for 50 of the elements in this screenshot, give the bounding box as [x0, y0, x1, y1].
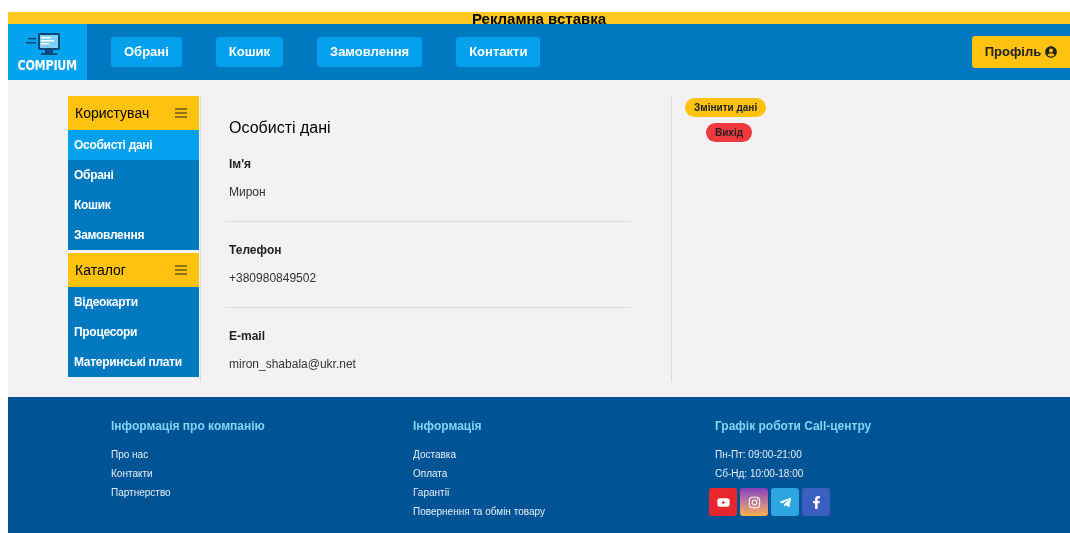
working-hours: Пн-Пт: 09:00-21:00: [715, 448, 802, 462]
nav-button[interactable]: Кошик: [215, 37, 283, 67]
field-label: E-mail: [229, 328, 266, 345]
field-label: Ім'я: [229, 156, 253, 173]
social-button[interactable]: [802, 488, 830, 516]
sidebar-item[interactable]: Процесори: [68, 317, 199, 347]
footer-link[interactable]: Про нас: [111, 447, 149, 466]
paper-plane-icon: [778, 495, 792, 509]
working-hours: Сб-Нд: 10:00-18:00: [715, 467, 804, 481]
edit-button[interactable]: Змінити дані: [685, 98, 767, 117]
footer-link[interactable]: Контакти: [111, 466, 153, 485]
user-icon: [1045, 46, 1058, 58]
social-button[interactable]: [740, 488, 768, 516]
footer-heading: Графік роботи Call-центру: [715, 418, 873, 435]
sidebar-item[interactable]: Відеокарти: [68, 287, 199, 317]
field-value: miron_shabala@ukr.net: [229, 356, 357, 373]
nav-button[interactable]: Обрані: [111, 37, 182, 67]
play-icon: [716, 495, 730, 509]
sidebar-item[interactable]: Особисті дані: [68, 130, 199, 160]
logout-button[interactable]: Вихід: [706, 123, 753, 142]
sidebar-header[interactable]: Каталог: [68, 253, 199, 287]
camera-icon: [747, 495, 761, 509]
nav-button[interactable]: Замовлення: [317, 37, 423, 67]
footer-link[interactable]: Оплата: [413, 466, 448, 485]
sidebar-item[interactable]: Обрані: [68, 160, 199, 190]
social-button[interactable]: [771, 488, 799, 516]
field-value: +380980849502: [229, 270, 318, 287]
section-title: Каталог: [75, 260, 126, 280]
profile-button[interactable]: Профіль: [972, 36, 1070, 68]
social-button[interactable]: [709, 488, 737, 516]
sidebar-item[interactable]: Материнські плати: [68, 347, 199, 377]
footer-link[interactable]: Повернення та обмін товару: [413, 504, 545, 523]
section-title: Особисті дані: [229, 118, 332, 138]
menu-icon: [175, 108, 187, 118]
footer-link[interactable]: Партнерство: [111, 485, 171, 504]
sidebar-header[interactable]: Користувач: [68, 96, 199, 130]
section-title: Користувач: [75, 103, 150, 123]
ad-banner: Рекламна вставка: [8, 12, 1070, 24]
field-label: Телефон: [229, 242, 283, 259]
field-value: Мирон: [229, 184, 267, 201]
sidebar-item[interactable]: Кошик: [68, 190, 199, 220]
menu-icon: [175, 265, 187, 275]
nav-button[interactable]: Контакти: [456, 37, 541, 67]
footer-heading: Інформація про компанію: [111, 418, 266, 435]
logo[interactable]: COMPIUM: [8, 24, 87, 80]
footer-link[interactable]: Доставка: [413, 447, 456, 466]
footer-heading: Інформація: [413, 418, 483, 435]
footer-link[interactable]: Гарантії: [413, 485, 450, 504]
logo-text: COMPIUM: [17, 58, 78, 72]
sidebar-item[interactable]: Замовлення: [68, 220, 199, 250]
